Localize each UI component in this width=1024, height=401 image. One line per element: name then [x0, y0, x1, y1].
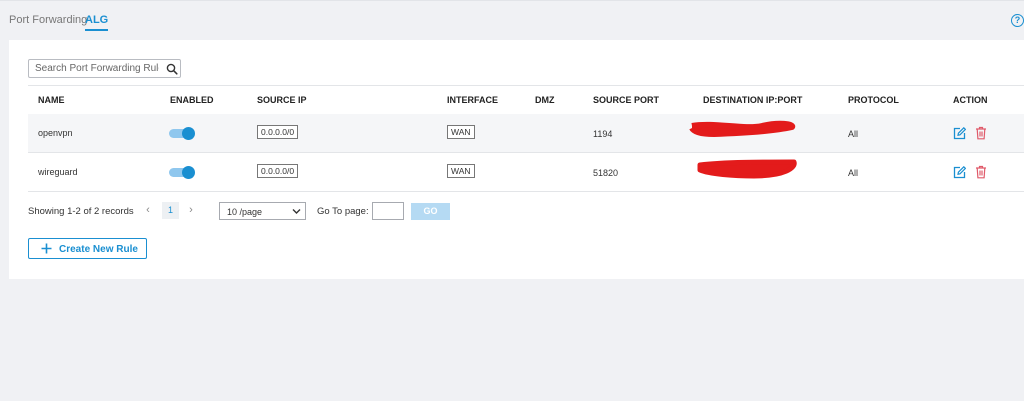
- create-new-rule-label: Create New Rule: [59, 244, 138, 255]
- interface: WAN: [447, 125, 475, 139]
- goto-label: Go To page:: [317, 206, 369, 217]
- col-enabled: ENABLED: [170, 95, 214, 105]
- delete-icon[interactable]: [975, 126, 987, 140]
- col-name: NAME: [38, 95, 65, 105]
- table-bottom-border: [28, 191, 1024, 192]
- page-size-value: 10 /page: [227, 207, 263, 217]
- delete-icon[interactable]: [975, 165, 987, 179]
- col-action: ACTION: [953, 95, 988, 105]
- top-tab-bar: Port Forwarding ALG ?: [0, 0, 1024, 34]
- table-row: wireguard 0.0.0.0/0 WAN 51820 All: [28, 153, 1024, 191]
- col-source-port: SOURCE PORT: [593, 95, 660, 105]
- protocol: All: [848, 168, 859, 178]
- enabled-toggle[interactable]: [169, 166, 195, 179]
- rules-card: NAME ENABLED SOURCE IP INTERFACE DMZ SOU…: [9, 40, 1024, 279]
- col-interface: INTERFACE: [447, 95, 499, 105]
- rule-name: openvpn: [38, 128, 73, 138]
- source-port: 51820: [593, 168, 619, 178]
- rule-name: wireguard: [38, 167, 78, 177]
- pagination-summary: Showing 1-2 of 2 records: [28, 206, 134, 217]
- col-source-ip: SOURCE IP: [257, 95, 307, 105]
- table-row: openvpn 0.0.0.0/0 WAN 1194 All: [28, 114, 1024, 152]
- next-page-button[interactable]: ›: [183, 202, 199, 219]
- page-size-select[interactable]: 10 /page: [219, 202, 306, 220]
- goto-page-input[interactable]: [372, 202, 404, 220]
- interface: WAN: [447, 164, 475, 178]
- protocol: All: [848, 129, 859, 139]
- search-icon[interactable]: [166, 63, 178, 75]
- source-port: 1194: [593, 129, 613, 139]
- tab-port-forwarding[interactable]: Port Forwarding: [9, 14, 87, 26]
- source-ip: 0.0.0.0/0: [257, 125, 299, 139]
- col-destination: DESTINATION IP:PORT: [703, 95, 803, 105]
- help-icon[interactable]: ?: [1011, 14, 1024, 27]
- col-protocol: PROTOCOL: [848, 95, 899, 105]
- create-new-rule-button[interactable]: Create New Rule: [28, 238, 147, 259]
- col-dmz: DMZ: [535, 95, 555, 105]
- go-button[interactable]: GO: [411, 203, 450, 220]
- search-input[interactable]: [29, 60, 159, 77]
- page-number-1[interactable]: 1: [162, 202, 179, 219]
- chevron-down-icon: [292, 209, 301, 214]
- enabled-toggle[interactable]: [169, 127, 195, 140]
- search-box: [28, 59, 181, 78]
- edit-icon[interactable]: [953, 166, 966, 179]
- source-ip: 0.0.0.0/0: [257, 164, 299, 178]
- edit-icon[interactable]: [953, 127, 966, 140]
- prev-page-button[interactable]: ‹: [140, 202, 156, 219]
- tab-alg[interactable]: ALG: [85, 14, 109, 31]
- plus-icon: [41, 243, 52, 254]
- table-header: NAME ENABLED SOURCE IP INTERFACE DMZ SOU…: [28, 85, 1024, 115]
